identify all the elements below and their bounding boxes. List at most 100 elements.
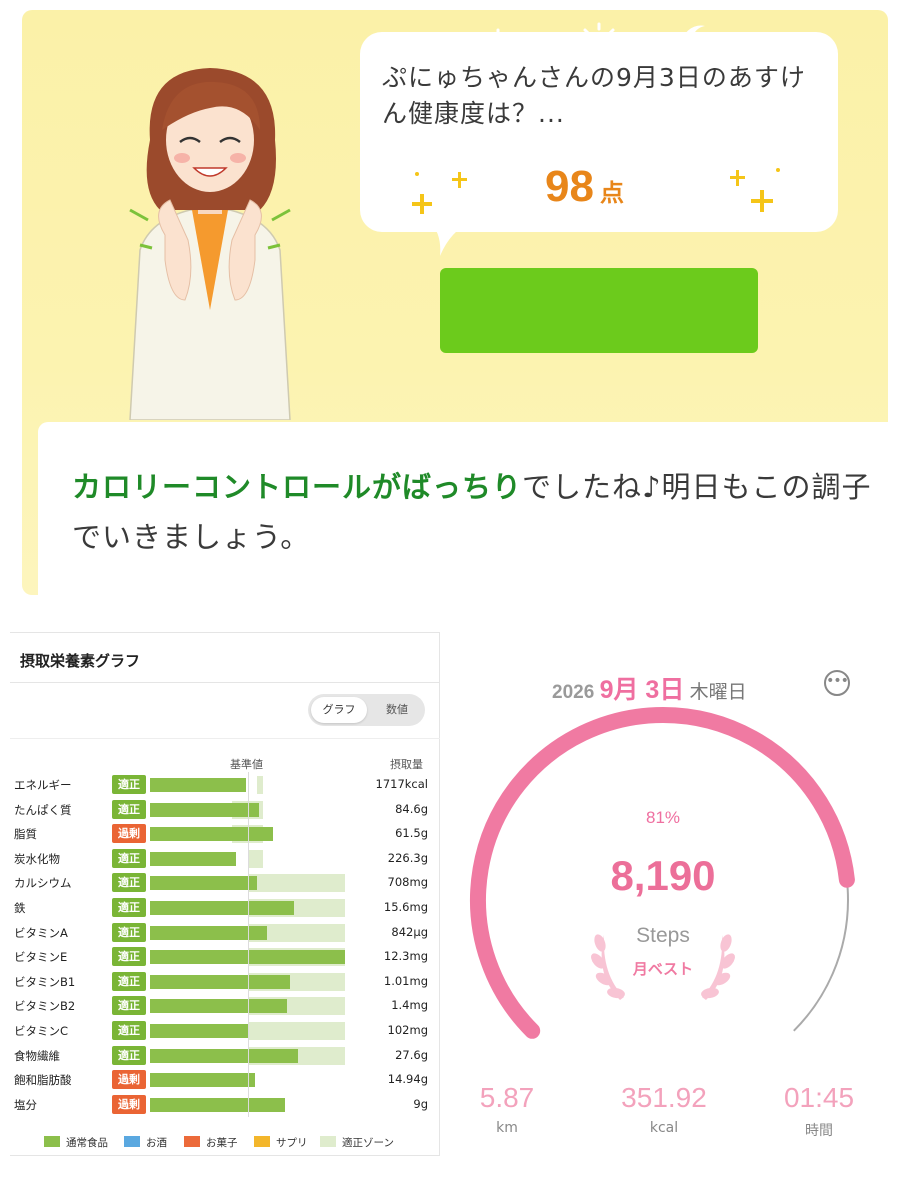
speech-bubble-tail [430, 222, 470, 256]
status-badge: 適正 [112, 898, 146, 917]
status-badge: 適正 [112, 971, 146, 991]
intake-bar [150, 827, 273, 842]
divider [10, 738, 440, 739]
nutrient-value: 84.6g [395, 801, 428, 816]
nutrient-value: 102mg [387, 1023, 428, 1037]
nutrient-row: たんぱく質 適正 84.6g [0, 798, 440, 822]
stat-calories-value: 351.92 [621, 1082, 707, 1113]
health-question: ぷにゅちゃんさんの9月3日のあすけん健康度は？... [382, 63, 806, 128]
legend-item: お酒 [124, 1135, 167, 1149]
nutrient-row: ビタミンE 適正 12.3mg [0, 945, 440, 969]
nutrient-row: 食物繊維 適正 27.6g [0, 1044, 440, 1068]
status-badge: 過剰 [112, 1094, 146, 1114]
legend-label: 通常食品 [66, 1137, 108, 1149]
intake-bar [150, 1024, 250, 1038]
intake-bar [150, 974, 291, 989]
nutrient-row: ビタミンA 適正 842μg [0, 921, 440, 945]
sun-icon[interactable] [575, 20, 623, 68]
nutrient-value: 1.01mg [383, 973, 428, 988]
intake-bar [150, 1048, 299, 1063]
nutrient-name: 飽和脂肪酸 [14, 1073, 72, 1088]
nutrient-value: 61.5g [395, 826, 428, 841]
advisor-avatar [129, 68, 291, 420]
nutrient-value: 1.4mg [391, 998, 428, 1013]
nutrient-graph-title: 摂取栄養素グラフ [20, 652, 141, 670]
status-badge: 適正 [112, 922, 146, 942]
nutrient-row: 炭水化物 適正 226.3g [0, 847, 440, 871]
nutrient-name: 食物繊維 [14, 1048, 60, 1063]
legend-label: サプリ [276, 1137, 308, 1149]
nutrient-name: たんぱく質 [14, 802, 72, 817]
legend-item: サプリ [254, 1135, 308, 1149]
legend-item: お菓子 [184, 1135, 238, 1149]
meal-time-bar [440, 268, 758, 353]
nutrient-row: ビタミンC 適正 102mg [0, 1019, 440, 1043]
more-options-button[interactable]: ••• [824, 670, 850, 696]
legend-label: お菓子 [206, 1137, 238, 1149]
nutrient-row: エネルギー 適正 1717kcal [0, 773, 440, 797]
status-badge: 過剰 [112, 824, 146, 844]
nutrient-value: 842μg [391, 924, 428, 939]
divider [10, 682, 440, 683]
status-badge: 適正 [112, 873, 146, 893]
status-badge: 適正 [112, 996, 146, 1016]
health-message: カロリーコントロールがばっちりでしたね♪明日もこの調子でいきましょう。 [72, 462, 872, 562]
toggle-graph[interactable]: グラフ [311, 697, 367, 723]
steps-percent: 81% [645, 808, 681, 827]
sunrise-icon[interactable] [474, 20, 522, 68]
legend-swatch [184, 1136, 200, 1147]
nutrient-row: 塩分 過剰 9g [0, 1093, 440, 1117]
stat-distance: 5.87 km [462, 1082, 552, 1136]
nutrient-name: 炭水化物 [14, 851, 60, 866]
month-best-badge: 月ベスト [632, 960, 694, 978]
legend-label: お酒 [146, 1137, 167, 1149]
status-badge: 適正 [112, 799, 146, 819]
status-badge: 適正 [112, 775, 146, 794]
nutrient-name: ビタミンB1 [14, 974, 76, 989]
legend-label: 適正ゾーン [342, 1137, 394, 1149]
stat-time-value: 01:45 [783, 1082, 855, 1113]
nutrient-name: エネルギー [14, 778, 72, 792]
steps-count: 8,190 [610, 852, 716, 899]
optimal-zone [247, 849, 264, 868]
nutrient-value: 9g [413, 1096, 428, 1111]
nutrient-name: 脂質 [14, 827, 37, 842]
nutrient-value: 708mg [387, 875, 428, 890]
nutrient-value: 27.6g [395, 1047, 428, 1062]
stat-time-unit: 時間 [805, 1123, 833, 1139]
toggle-values[interactable]: 数値 [370, 697, 424, 723]
nutrient-row: ビタミンB2 適正 1.4mg [0, 994, 440, 1018]
legend-swatch [320, 1136, 336, 1147]
sparkle-icon [730, 168, 780, 212]
intake-bar [150, 851, 236, 866]
nutrient-row: 脂質 過剰 61.5g [0, 822, 440, 846]
nutrient-value: 226.3g [387, 850, 428, 865]
column-reference: 基準値 [230, 758, 263, 771]
nutrient-row: 鉄 適正 15.6mg [0, 896, 440, 920]
status-badge: 適正 [112, 848, 146, 868]
nutrient-row: ビタミンB1 適正 1.01mg [0, 970, 440, 994]
nutrient-name: カルシウム [14, 876, 72, 891]
stat-distance-unit: km [496, 1120, 518, 1136]
health-score-unit: 点 [599, 179, 624, 207]
nutrient-name: ビタミンC [14, 1024, 69, 1038]
intake-bar [150, 778, 246, 792]
status-badge: 適正 [112, 1045, 146, 1065]
column-intake: 摂取量 [390, 758, 423, 771]
nutrient-row: カルシウム 適正 708mg [0, 871, 440, 895]
moon-icon[interactable] [675, 20, 723, 68]
status-badge: 適正 [112, 1021, 146, 1040]
reference-line [248, 772, 249, 1117]
optimal-zone [247, 874, 345, 893]
stat-distance-value: 5.87 [479, 1082, 535, 1113]
sparkle-icon [412, 172, 467, 214]
legend-item: 通常食品 [44, 1135, 108, 1149]
stat-time: 01:45 時間 [774, 1082, 864, 1140]
nutrient-name: ビタミンA [14, 925, 68, 940]
nutrient-row: 飽和脂肪酸 過剰 14.94g [0, 1068, 440, 1092]
nutrient-name: 塩分 [14, 1097, 37, 1112]
optimal-zone [257, 776, 264, 794]
health-score-value: 98 [545, 162, 594, 211]
nutrient-value: 1717kcal [375, 777, 429, 791]
stat-calories: 351.92 kcal [606, 1082, 722, 1136]
